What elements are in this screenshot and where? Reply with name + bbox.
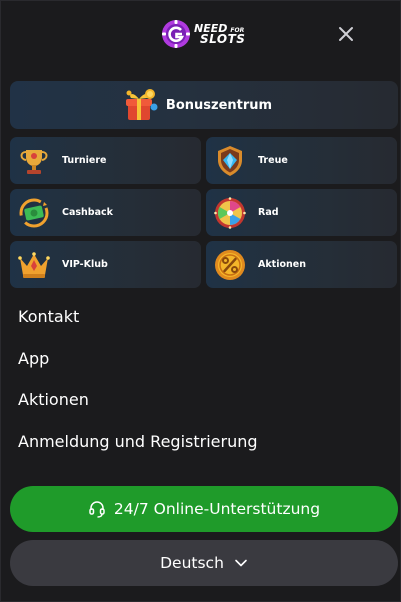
gift-icon <box>125 89 158 120</box>
tile-promotions[interactable]: Aktionen <box>206 241 397 288</box>
language-label: Deutsch <box>160 554 224 572</box>
support-button[interactable]: 24/7 Online-Unterstützung <box>10 486 398 532</box>
bonus-center-label: Bonuszentrum <box>165 97 273 113</box>
tile-vip-club-label: VIP-Klub <box>62 259 108 270</box>
logo-badge-icon <box>162 20 190 48</box>
wheel-icon <box>214 196 246 229</box>
tile-promotions-label: Aktionen <box>258 259 306 270</box>
trophy-icon <box>20 149 48 174</box>
close-icon[interactable] <box>335 23 357 45</box>
headset-icon <box>89 501 105 518</box>
tile-loyalty-label: Treue <box>258 155 288 166</box>
cash-icon <box>19 198 49 227</box>
tile-cashback[interactable]: Cashback <box>10 189 201 236</box>
link-promotions[interactable]: Aktionen <box>18 390 89 409</box>
percent-coin-icon <box>215 249 245 280</box>
support-label: 24/7 Online-Unterstützung <box>113 500 321 518</box>
chevron-down-icon <box>235 559 247 567</box>
diamond-shield-icon <box>218 145 242 176</box>
link-contact[interactable]: Kontakt <box>18 307 79 326</box>
tile-cashback-label: Cashback <box>62 207 113 218</box>
tile-loyalty[interactable]: Treue <box>206 137 397 184</box>
tile-tournaments-label: Turniere <box>62 155 107 166</box>
tile-tournaments[interactable]: Turniere <box>10 137 201 184</box>
link-app[interactable]: App <box>18 349 49 368</box>
tile-wheel[interactable]: Rad <box>206 189 397 236</box>
link-login-register[interactable]: Anmeldung und Registrierung <box>18 432 258 451</box>
menu-panel: NEED FOR SLOTS Bonuszentrum Turniere Tre… <box>0 0 401 602</box>
logo-slots-text: SLOTS <box>200 32 246 46</box>
menu-header: NEED FOR SLOTS <box>1 1 401 65</box>
crown-icon <box>18 251 50 278</box>
language-selector[interactable]: Deutsch <box>10 540 398 586</box>
tile-vip-club[interactable]: VIP-Klub <box>10 241 201 288</box>
tile-wheel-label: Rad <box>258 207 279 218</box>
bonus-center-button[interactable]: Bonuszentrum <box>10 81 398 129</box>
brand-logo[interactable]: NEED FOR SLOTS <box>161 19 245 49</box>
